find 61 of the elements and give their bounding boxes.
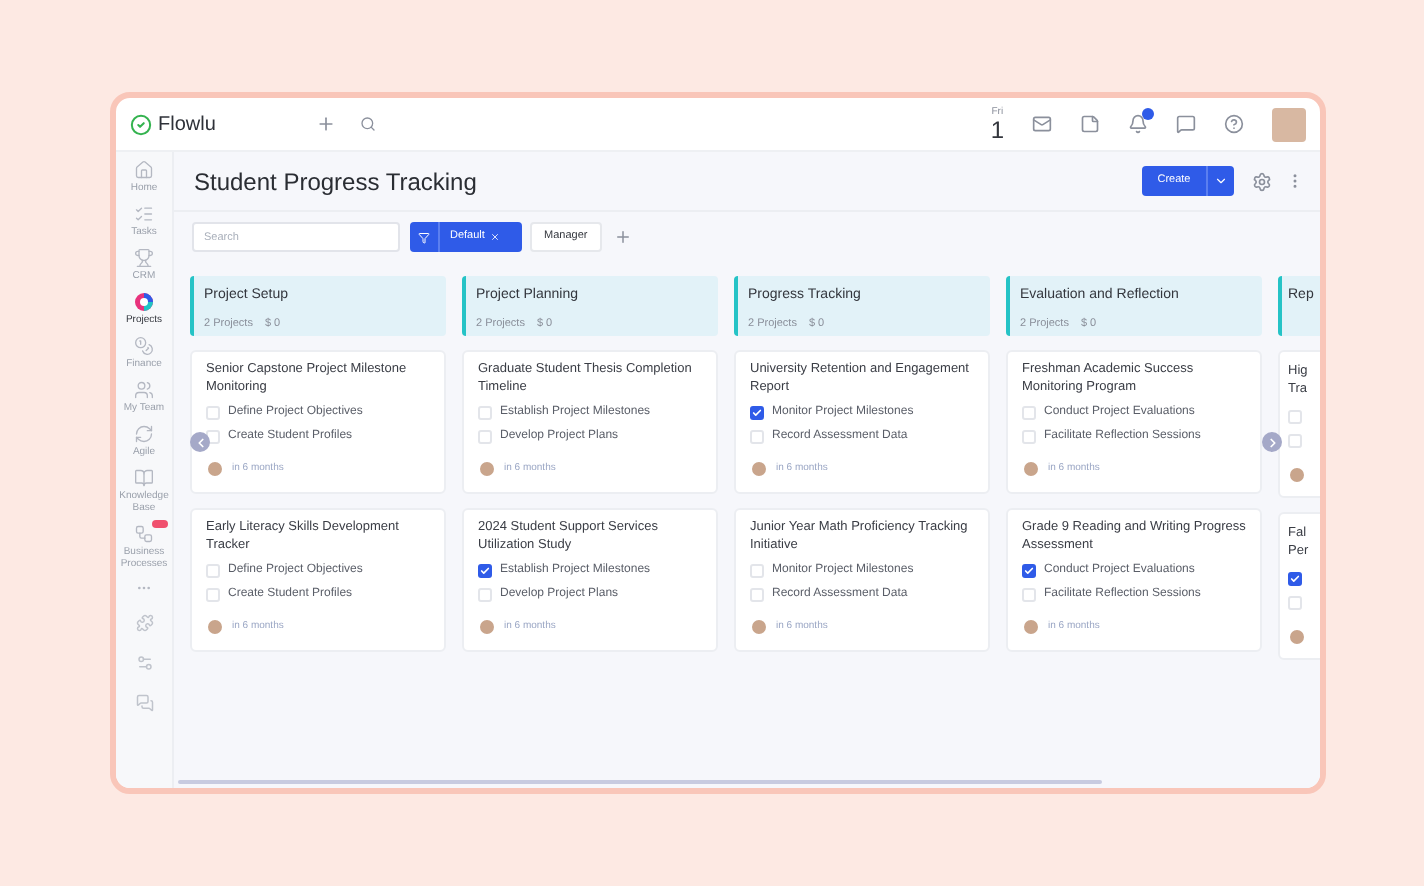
settings-icon[interactable] (1252, 171, 1272, 191)
user-avatar[interactable] (1272, 107, 1306, 141)
settings-icon[interactable] (135, 654, 153, 672)
chevron-left-icon (193, 435, 207, 449)
checklist-icon (134, 204, 154, 224)
coins-icon (134, 336, 154, 356)
people-icon (134, 380, 154, 400)
avatar (1288, 466, 1306, 484)
checkbox[interactable] (206, 406, 220, 420)
chat-icon[interactable] (1176, 114, 1196, 134)
avatar (478, 618, 496, 636)
avatar (750, 618, 768, 636)
avatar (478, 460, 496, 478)
filter-icon (418, 231, 430, 243)
scrollbar[interactable] (178, 780, 1102, 784)
checkbox[interactable] (206, 564, 220, 578)
checkbox[interactable] (750, 564, 764, 578)
checkbox[interactable] (478, 406, 492, 420)
checkbox[interactable] (1288, 596, 1302, 610)
notifications-icon[interactable] (1128, 114, 1148, 134)
mail-icon[interactable] (1032, 114, 1052, 134)
avatar (750, 460, 768, 478)
checkbox[interactable] (1022, 406, 1036, 420)
puzzle-icon[interactable] (135, 614, 153, 632)
logo-icon (130, 113, 152, 135)
search-icon[interactable] (359, 116, 376, 132)
trophy-icon (134, 248, 154, 268)
checkbox[interactable] (478, 430, 492, 444)
book-icon (134, 468, 154, 488)
refresh-icon (134, 424, 154, 444)
avatar (206, 618, 224, 636)
avatar (1288, 628, 1306, 646)
day-number: 1 (990, 117, 1004, 141)
add-icon[interactable] (315, 114, 336, 134)
workflow-icon (134, 524, 154, 544)
checkbox[interactable] (750, 588, 764, 602)
avatar (206, 460, 224, 478)
add-icon[interactable] (613, 228, 632, 246)
checkbox[interactable] (478, 564, 492, 578)
logo-text: Flowlu (158, 111, 216, 139)
checkbox[interactable] (1022, 588, 1036, 602)
checkbox[interactable] (1022, 430, 1036, 444)
caret-icon (1214, 174, 1228, 188)
page-title: Student Progress Tracking (194, 165, 477, 199)
chevron-right-icon (1265, 435, 1279, 449)
help-icon[interactable] (1224, 114, 1244, 134)
home-icon (134, 160, 154, 180)
checkbox[interactable] (1288, 410, 1302, 424)
checkbox[interactable] (750, 406, 764, 420)
checkbox[interactable] (1288, 434, 1302, 448)
note-icon[interactable] (1080, 114, 1100, 134)
projects-icon (134, 292, 154, 312)
checkbox[interactable] (478, 588, 492, 602)
messages-icon[interactable] (135, 694, 153, 712)
checkbox[interactable] (750, 430, 764, 444)
checkbox[interactable] (1022, 564, 1036, 578)
checkbox[interactable] (1288, 572, 1302, 586)
scroll-right-button[interactable] (1262, 432, 1282, 452)
avatar (1022, 460, 1040, 478)
checkbox[interactable] (206, 588, 220, 602)
avatar (1022, 618, 1040, 636)
